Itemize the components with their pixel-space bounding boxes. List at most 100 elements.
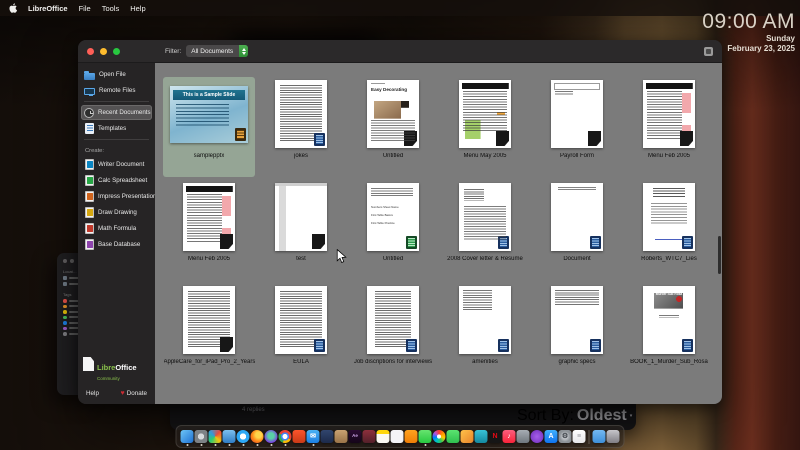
dock-icon-finder[interactable] — [180, 428, 194, 446]
document-job-discriptions-for-interviews[interactable]: Job discriptions for interviews — [347, 283, 439, 383]
libreoffice-logo: LibreOffice Community — [83, 357, 150, 381]
music-glyph: ♪ — [507, 433, 511, 440]
math-formula-icon — [85, 223, 94, 234]
dock-icon-notes-white[interactable]: ≡ — [572, 428, 586, 445]
donate-button[interactable]: ♥ Donate — [121, 390, 147, 397]
menu-app-name[interactable]: LibreOffice — [28, 4, 68, 13]
document-test[interactable]: test — [255, 180, 347, 280]
sidebar-item-label: Base Database — [98, 241, 141, 248]
templates-icon — [85, 123, 94, 134]
help-link[interactable]: Help — [86, 390, 99, 397]
sidebar-item-recent-documents[interactable]: Recent Documents — [81, 105, 152, 120]
dock-icon-navy-app[interactable] — [320, 428, 334, 445]
dock-icon-launchpad[interactable] — [194, 428, 208, 446]
document-thumbnail — [255, 283, 347, 357]
dock-icon-notes[interactable] — [376, 428, 390, 445]
document-eula[interactable]: EULA — [255, 283, 347, 383]
document-untitled[interactable]: Easy Decorating Untitled — [347, 77, 439, 177]
document-thumbnail — [163, 283, 255, 357]
document-thumbnail: Murder Sub Rosa — [623, 283, 715, 357]
dock-icon-after-effects[interactable]: Ae — [348, 428, 362, 445]
dock-icon-downloads-folder[interactable] — [592, 428, 606, 445]
sidebar-item-math-formula[interactable]: Math Formula — [81, 221, 152, 236]
document-name: 2008 Cover letter & Resume — [447, 256, 523, 262]
sidebar-item-writer-document[interactable]: Writer Document — [81, 157, 152, 172]
sidebar-item-impress-presentation[interactable]: Impress Presentation — [81, 189, 156, 204]
document-roberts-wtc7-lies[interactable]: Roberts_WTC7_Lies — [623, 180, 715, 280]
dock-icon-tor-browser[interactable] — [264, 428, 278, 446]
dock-icon-brave[interactable] — [292, 428, 306, 445]
dock-icon-facetime[interactable] — [446, 428, 460, 445]
apple-menu-icon[interactable] — [9, 3, 18, 13]
menu-item-tools[interactable]: Tools — [102, 4, 120, 13]
sidebar-item-base-database[interactable]: Base Database — [81, 237, 152, 252]
dock-icon-photos-dark[interactable] — [362, 428, 376, 445]
filter-dropdown[interactable]: All Documents — [186, 45, 249, 57]
dock-icon-reminders[interactable] — [390, 428, 404, 445]
start-center-sidebar: Open File Remote Files Recent Documents Tem… — [78, 63, 156, 404]
dock-icon-firefox[interactable] — [250, 428, 264, 446]
document-jokes[interactable]: jokes — [255, 77, 347, 177]
document-book-1-murder-sub-rosa[interactable]: Murder Sub Rosa BOOK_1_Murder_Sub_Rosa — [623, 283, 715, 383]
dock-icon-netflix[interactable]: N — [488, 428, 502, 445]
scrollbar[interactable] — [718, 236, 721, 274]
document-name: samplepptx — [193, 153, 225, 159]
dock-icon-messages[interactable] — [418, 428, 432, 446]
sidebar-item-label: Math Formula — [98, 225, 137, 232]
document-document[interactable]: Document — [531, 180, 623, 280]
menu-item-help[interactable]: Help — [130, 4, 145, 13]
sidebar-item-label: Open File — [99, 71, 126, 78]
running-indicator — [242, 444, 244, 446]
plain-badge-icon — [496, 131, 509, 146]
dock-icon-orange-utility[interactable] — [404, 428, 418, 445]
mail-glyph: ✉ — [310, 433, 316, 440]
document-menu-feb-2005[interactable]: Menu Feb 2005 — [623, 77, 715, 177]
filter-dropdown-value: All Documents — [191, 47, 234, 55]
close-button[interactable] — [87, 47, 94, 55]
dock-icon-trash[interactable] — [606, 428, 620, 445]
sidebar-item-calc-spreadsheet[interactable]: Calc Spreadsheet — [81, 173, 152, 188]
minimize-button[interactable] — [100, 47, 107, 55]
dock-icon-system-settings[interactable]: ⚙ — [558, 428, 572, 445]
dock-icon-photos[interactable] — [432, 428, 446, 445]
dock-icon-chrome[interactable] — [278, 428, 292, 446]
clock-day: Sunday — [766, 34, 795, 43]
document-menu-may-2005[interactable]: Menu May 2005 — [439, 77, 531, 177]
dock-icon-app-store[interactable]: A — [544, 428, 558, 445]
dock-icon-gray-utility[interactable] — [516, 428, 530, 445]
window-titlebar[interactable]: Filter: All Documents — [78, 40, 722, 63]
dock-icon-purple-app[interactable] — [530, 428, 544, 445]
document-applecare-for-ipad-pro-2-years[interactable]: AppleCare_for_iPad_Pro_2_Years — [163, 283, 255, 383]
document-thumbnail — [347, 283, 439, 357]
sidebar-item-remote-files[interactable]: Remote Files — [81, 83, 152, 98]
dock-icon-media-grid[interactable] — [208, 428, 222, 446]
dock-icon-mail[interactable]: ✉ — [306, 428, 320, 446]
dropdown-stepper-icon[interactable] — [239, 45, 249, 57]
filter-label: Filter: — [165, 47, 182, 55]
dock-icon-music[interactable]: ♪ — [502, 428, 516, 445]
sidebar-item-draw-drawing[interactable]: Draw Drawing — [81, 205, 152, 220]
document-menu-feb-2005[interactable]: Menu Feb 2005 — [163, 180, 255, 280]
document-2008-cover-letter-resume[interactable]: 2008 Cover letter & Resume — [439, 180, 531, 280]
sort-by-value[interactable]: Oldest — [577, 407, 627, 425]
dock-icon-files[interactable] — [334, 428, 348, 445]
dock-icon-pencil-editor[interactable] — [460, 428, 474, 445]
document-name: Menu Feb 2005 — [187, 256, 231, 262]
sidebar-item-templates[interactable]: Templates — [81, 121, 152, 136]
document-graphic-specs[interactable]: graphic specs — [531, 283, 623, 383]
document-name: Untitled — [382, 256, 404, 262]
menu-item-file[interactable]: File — [79, 4, 91, 13]
dock-icon-teal-app[interactable] — [474, 428, 488, 445]
document-payroll-form[interactable]: Payroll Form — [531, 77, 623, 177]
traffic-lights — [78, 47, 157, 55]
calc-badge-icon — [406, 236, 417, 249]
document-samplepptx[interactable]: This is a Sample Slide samplepptx — [163, 77, 255, 177]
document-amenities[interactable]: amenities — [439, 283, 531, 383]
dock-icon-preview[interactable] — [222, 428, 236, 446]
sort-by-control[interactable]: Sort By: Oldest ▾ — [517, 407, 632, 425]
running-indicator — [186, 444, 188, 446]
sidebar-item-open-file[interactable]: Open File — [81, 67, 152, 82]
document-untitled[interactable]: Numbers Sheet Name First Table Basics Firs… — [347, 180, 439, 280]
dock-icon-safari[interactable] — [236, 428, 250, 446]
zoom-button[interactable] — [113, 47, 120, 55]
